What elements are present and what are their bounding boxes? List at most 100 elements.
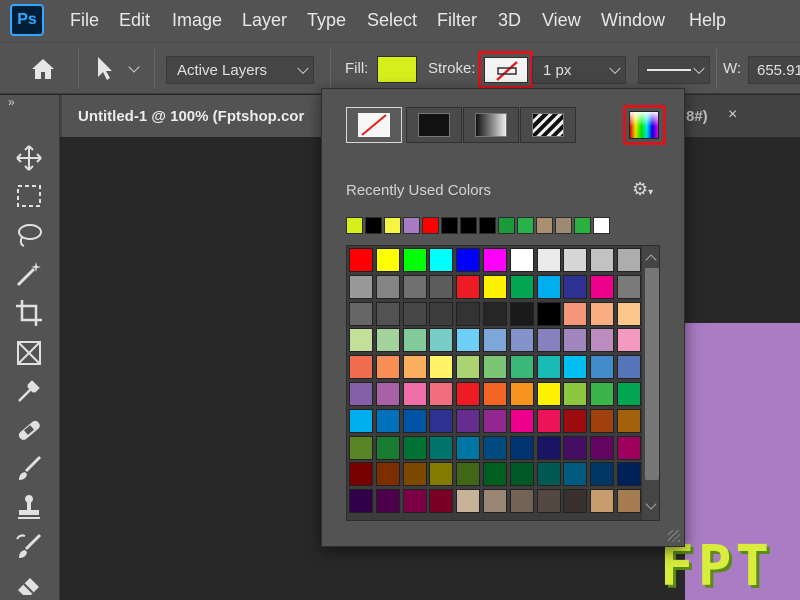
recent-color-swatch[interactable] <box>574 217 591 234</box>
recent-color-swatch[interactable] <box>536 217 553 234</box>
scroll-up-icon[interactable] <box>645 254 657 266</box>
tool-preset-chevron-icon[interactable] <box>128 61 140 73</box>
marquee-tool-icon[interactable] <box>14 181 44 211</box>
color-swatch[interactable] <box>375 328 400 353</box>
color-swatch[interactable] <box>375 489 400 514</box>
swatches-scrollbar[interactable] <box>641 246 659 520</box>
menu-3d[interactable]: 3D <box>498 10 521 31</box>
scrollbar-thumb[interactable] <box>645 268 659 480</box>
sample-layers-select[interactable]: Active Layers <box>166 56 314 84</box>
color-swatch[interactable] <box>590 328 615 353</box>
resize-grip-icon[interactable] <box>668 530 680 542</box>
color-swatch[interactable] <box>429 408 454 433</box>
color-swatch[interactable] <box>456 301 481 326</box>
color-swatch[interactable] <box>563 248 588 272</box>
tab-untitled-1[interactable]: Untitled-1 @ 100% (Fptshop.cor <box>62 95 324 137</box>
width-field[interactable]: 655.91 <box>748 56 800 84</box>
color-swatch[interactable] <box>617 328 641 353</box>
color-swatch[interactable] <box>429 328 454 353</box>
color-swatch[interactable] <box>536 435 561 460</box>
color-swatch[interactable] <box>429 435 454 460</box>
color-swatch[interactable] <box>402 248 427 272</box>
color-swatch[interactable] <box>483 489 507 514</box>
color-swatch[interactable] <box>429 301 454 326</box>
color-swatch[interactable] <box>456 408 481 433</box>
color-swatch[interactable] <box>349 408 373 433</box>
menu-window[interactable]: Window <box>601 10 665 31</box>
recent-color-swatch[interactable] <box>555 217 572 234</box>
eyedropper-tool-icon[interactable] <box>14 376 44 406</box>
color-swatch[interactable] <box>402 274 427 299</box>
color-swatch[interactable] <box>349 435 373 460</box>
color-swatch[interactable] <box>375 408 400 433</box>
color-swatch[interactable] <box>590 408 615 433</box>
color-swatch[interactable] <box>590 301 615 326</box>
scroll-down-icon[interactable] <box>645 498 657 510</box>
brush-tool-icon[interactable] <box>14 453 44 483</box>
color-swatch[interactable] <box>509 462 534 487</box>
menu-type[interactable]: Type <box>307 10 346 31</box>
color-swatch[interactable] <box>509 408 534 433</box>
color-swatch[interactable] <box>617 355 641 380</box>
color-swatch[interactable] <box>456 328 481 353</box>
color-swatch[interactable] <box>536 408 561 433</box>
no-color-button[interactable] <box>346 107 402 143</box>
color-swatch[interactable] <box>590 355 615 380</box>
color-swatch[interactable] <box>402 435 427 460</box>
home-icon[interactable] <box>30 57 56 81</box>
recent-color-swatch[interactable] <box>346 217 363 234</box>
eraser-tool-icon[interactable] <box>14 570 44 600</box>
color-swatch[interactable] <box>563 382 588 406</box>
color-swatch[interactable] <box>402 462 427 487</box>
color-swatch[interactable] <box>349 274 373 299</box>
color-swatch[interactable] <box>456 435 481 460</box>
color-swatch[interactable] <box>563 328 588 353</box>
color-swatch[interactable] <box>349 462 373 487</box>
color-swatch[interactable] <box>349 301 373 326</box>
recent-color-swatch[interactable] <box>365 217 382 234</box>
gradient-button[interactable] <box>463 107 519 143</box>
color-swatch[interactable] <box>402 489 427 514</box>
color-swatch[interactable] <box>509 355 534 380</box>
color-swatch[interactable] <box>456 489 481 514</box>
healing-brush-tool-icon[interactable] <box>14 415 44 445</box>
recent-color-swatch[interactable] <box>384 217 401 234</box>
color-swatch[interactable] <box>590 382 615 406</box>
color-swatch[interactable] <box>375 462 400 487</box>
recent-color-swatch[interactable] <box>479 217 496 234</box>
lasso-tool-icon[interactable] <box>14 220 44 250</box>
color-swatch[interactable] <box>375 435 400 460</box>
color-swatch[interactable] <box>375 274 400 299</box>
color-swatch[interactable] <box>617 274 641 299</box>
color-swatch[interactable] <box>429 274 454 299</box>
pattern-button[interactable] <box>520 107 576 143</box>
recent-color-swatch[interactable] <box>517 217 534 234</box>
color-swatch[interactable] <box>617 435 641 460</box>
color-swatch[interactable] <box>349 382 373 406</box>
fill-color-swatch[interactable] <box>377 56 417 83</box>
color-swatch[interactable] <box>483 382 507 406</box>
color-swatch[interactable] <box>483 408 507 433</box>
color-swatch[interactable] <box>563 489 588 514</box>
color-swatch[interactable] <box>617 248 641 272</box>
color-swatch[interactable] <box>375 355 400 380</box>
color-swatch[interactable] <box>509 328 534 353</box>
menu-help[interactable]: Help <box>689 10 726 31</box>
color-swatch[interactable] <box>483 462 507 487</box>
color-swatch[interactable] <box>563 435 588 460</box>
recent-color-swatch[interactable] <box>422 217 439 234</box>
solid-color-button[interactable] <box>406 107 462 143</box>
color-swatch[interactable] <box>536 489 561 514</box>
color-swatch[interactable] <box>429 382 454 406</box>
color-swatch[interactable] <box>429 462 454 487</box>
path-selection-tool-icon[interactable] <box>94 55 116 81</box>
recent-color-swatch[interactable] <box>593 217 610 234</box>
color-swatch[interactable] <box>563 274 588 299</box>
color-swatch[interactable] <box>590 489 615 514</box>
recent-color-swatch[interactable] <box>441 217 458 234</box>
color-swatch[interactable] <box>509 489 534 514</box>
color-swatch[interactable] <box>617 408 641 433</box>
color-swatch[interactable] <box>563 301 588 326</box>
color-swatch[interactable] <box>509 301 534 326</box>
color-swatch[interactable] <box>349 355 373 380</box>
